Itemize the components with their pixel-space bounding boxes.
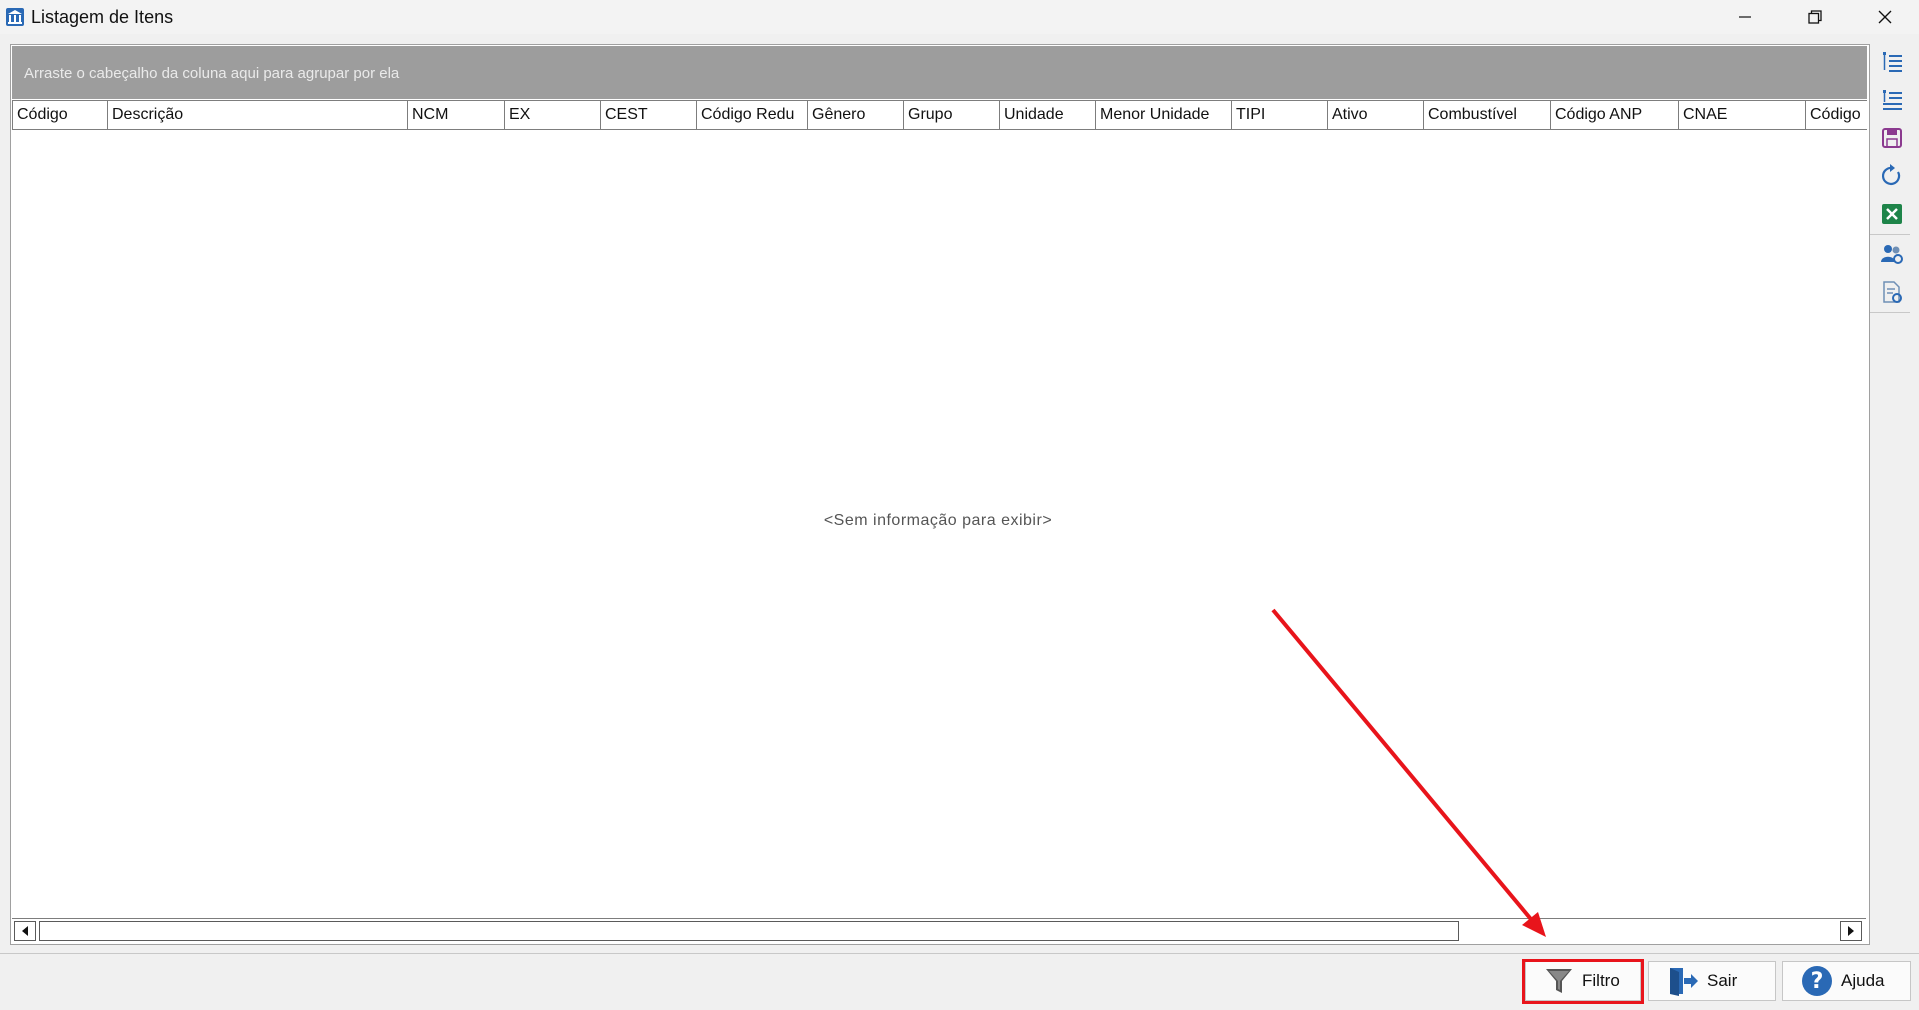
toolbar-separator <box>1870 312 1910 313</box>
report-settings-icon[interactable] <box>1880 280 1904 304</box>
arrow-left-icon <box>22 926 28 936</box>
column-header-codigo-reduzido[interactable]: Código Redu <box>696 101 807 129</box>
help-label: Ajuda <box>1841 971 1885 990</box>
column-header-combustivel[interactable]: Combustível <box>1423 101 1550 129</box>
scroll-left-button[interactable] <box>14 921 36 941</box>
column-header-ncm[interactable]: NCM <box>407 101 504 129</box>
column-header-unidade[interactable]: Unidade <box>999 101 1095 129</box>
column-header-tipi[interactable]: TIPI <box>1231 101 1327 129</box>
help-question-icon: ? <box>1802 966 1832 996</box>
group-by-hint: Arraste o cabeçalho da coluna aqui para … <box>24 65 400 82</box>
column-header-genero[interactable]: Gênero <box>807 101 903 129</box>
empty-grid-message: <Sem informação para exibir> <box>823 512 1053 529</box>
scroll-thumb[interactable] <box>39 921 1459 941</box>
exit-door-icon <box>1670 968 1698 996</box>
minimize-button[interactable] <box>1710 0 1780 34</box>
scroll-right-button[interactable] <box>1840 921 1862 941</box>
close-button[interactable] <box>1850 0 1919 34</box>
column-header-codigo-anp[interactable]: Código ANP <box>1550 101 1678 129</box>
toolbar-separator <box>1870 234 1910 235</box>
help-button[interactable]: ? Ajuda <box>1782 961 1911 1001</box>
column-header-cnae[interactable]: CNAE <box>1678 101 1805 129</box>
collapse-tree-icon[interactable] <box>1880 88 1904 112</box>
column-header-grupo[interactable]: Grupo <box>903 101 999 129</box>
excel-export-icon[interactable] <box>1880 202 1904 226</box>
column-header-codigo[interactable]: Código <box>12 101 107 129</box>
column-header-descricao[interactable]: Descrição <box>107 101 407 129</box>
restore-icon <box>1808 10 1822 24</box>
exit-label: Sair <box>1707 971 1738 990</box>
grid-header: Código Descrição NCM EX CEST Código Redu… <box>12 100 1867 130</box>
group-by-panel[interactable]: Arraste o cabeçalho da coluna aqui para … <box>12 46 1867 99</box>
side-toolbar <box>1870 44 1910 314</box>
column-header-codigo-2[interactable]: Código <box>1805 101 1867 129</box>
window-title: Listagem de Itens <box>31 7 174 27</box>
column-header-ex[interactable]: EX <box>504 101 600 129</box>
expand-tree-icon[interactable] <box>1880 50 1904 74</box>
users-settings-icon[interactable] <box>1880 242 1904 266</box>
save-layout-icon[interactable] <box>1880 126 1904 150</box>
restore-button[interactable] <box>1780 0 1850 34</box>
column-header-cest[interactable]: CEST <box>600 101 696 129</box>
column-header-ativo[interactable]: Ativo <box>1327 101 1423 129</box>
arrow-right-icon <box>1848 926 1854 936</box>
app-bank-icon <box>6 8 24 26</box>
exit-button[interactable]: Sair <box>1648 961 1776 1001</box>
horizontal-scrollbar[interactable] <box>12 918 1866 943</box>
svg-text:?: ? <box>1811 969 1824 994</box>
refresh-icon[interactable] <box>1880 164 1904 188</box>
grid-frame <box>10 44 1870 945</box>
minimize-icon <box>1739 16 1751 18</box>
close-icon <box>1878 10 1892 24</box>
column-header-menor-unidade[interactable]: Menor Unidade <box>1095 101 1231 129</box>
filter-highlight-box <box>1522 959 1644 1004</box>
title-bar: Listagem de Itens <box>0 0 1919 34</box>
